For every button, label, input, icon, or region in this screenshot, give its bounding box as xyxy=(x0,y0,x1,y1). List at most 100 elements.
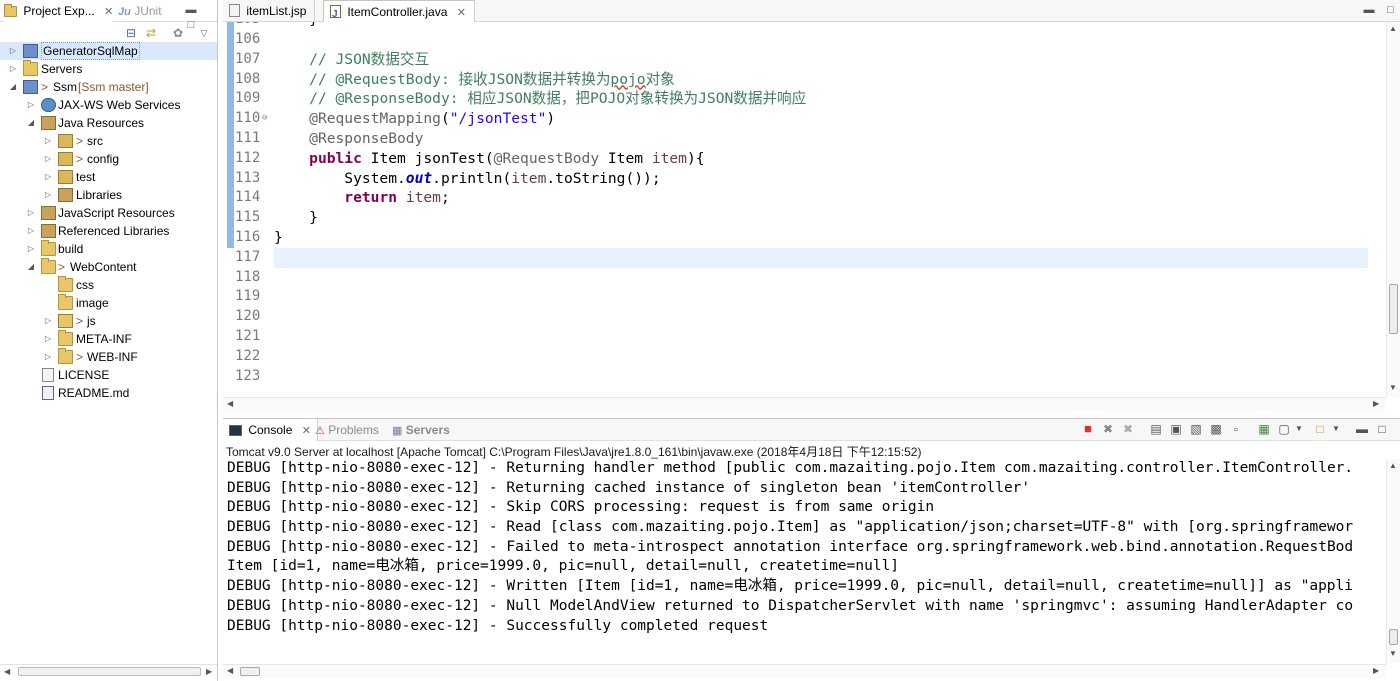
minimize-icon[interactable]: ▬ xyxy=(184,3,198,17)
open-console-icon[interactable]: □ xyxy=(1313,422,1327,436)
editor-vscrollbar[interactable]: ▲ ▼ xyxy=(1386,22,1400,397)
scrollbar-thumb[interactable] xyxy=(18,667,201,676)
expand-twisty-icon[interactable]: ▷ xyxy=(26,96,36,114)
tab-itemlist-jsp[interactable]: itemList.jsp xyxy=(223,0,316,22)
tab-itemcontroller-java[interactable]: J ItemController.java ✕ xyxy=(323,0,475,22)
console-output[interactable]: DEBUG [http-nio-8080-exec-12] - Returnin… xyxy=(227,459,1382,636)
view-menu-icon[interactable]: ▽ xyxy=(197,26,211,40)
remove-launch-icon[interactable]: ✖ xyxy=(1101,422,1115,436)
expand-twisty-icon[interactable]: ▷ xyxy=(43,168,53,186)
expand-twisty-icon[interactable]: ▷ xyxy=(43,132,53,150)
code-line: // @RequestBody: 接收JSON数据并转换为pojo对象 xyxy=(309,70,675,88)
close-icon[interactable]: ✕ xyxy=(104,6,113,18)
filters-icon[interactable]: ✿ xyxy=(171,26,185,40)
tree-item-javascript-resources[interactable]: ▷ JavaScript Resources xyxy=(0,204,217,222)
collapse-twisty-icon[interactable]: ◢ xyxy=(8,78,18,96)
tree-item-build[interactable]: ▷ build xyxy=(0,240,217,258)
terminate-icon[interactable]: ■ xyxy=(1081,422,1095,436)
tree-item-src[interactable]: ▷ > src xyxy=(0,132,217,150)
scroll-left-icon[interactable]: ◀ xyxy=(227,666,233,675)
tree-item-servers[interactable]: ▷ Servers xyxy=(0,60,217,78)
collapse-twisty-icon[interactable]: ◢ xyxy=(26,114,36,132)
scrollbar-thumb[interactable] xyxy=(1389,284,1398,334)
show-on-stderr-icon[interactable]: ▫ xyxy=(1229,422,1243,436)
close-icon[interactable]: ✕ xyxy=(457,7,466,19)
scroll-left-icon[interactable]: ◀ xyxy=(227,399,233,408)
expand-twisty-icon[interactable]: ▷ xyxy=(43,330,53,348)
minimize-icon[interactable]: ▬ xyxy=(1355,422,1369,436)
tree-item-referenced-libraries[interactable]: ▷ Referenced Libraries xyxy=(0,222,217,240)
tree-item-jax-ws[interactable]: ▷ JAX-WS Web Services xyxy=(0,96,217,114)
scroll-right-icon[interactable]: ▶ xyxy=(206,666,216,678)
console-hscrollbar[interactable]: ◀ ▶ xyxy=(223,664,1386,678)
tree-item-label: js xyxy=(87,314,96,328)
tree-item-generatorsqlmap[interactable]: ▷ GeneratorSqlMap xyxy=(0,42,217,60)
code-area[interactable]: // JSON数据交互 // @RequestBody: 接收JSON数据并转换… xyxy=(274,30,1368,386)
git-dirty-prefix: > xyxy=(76,134,84,148)
collapse-twisty-icon[interactable]: ◢ xyxy=(26,258,36,276)
scrollbar-thumb[interactable] xyxy=(1389,629,1398,645)
tree-item-web-inf[interactable]: ▷ > WEB-INF xyxy=(0,348,217,366)
tree-item-test[interactable]: ▷ test xyxy=(0,168,217,186)
scroll-right-icon[interactable]: ▶ xyxy=(1373,399,1379,408)
tab-servers[interactable]: ▦ Servers xyxy=(386,419,456,441)
dropdown-arrow-icon[interactable]: ▼ xyxy=(1329,422,1343,436)
expand-twisty-icon[interactable]: ▷ xyxy=(43,150,53,168)
tree-item-config[interactable]: ▷ > config xyxy=(0,150,217,168)
scroll-up-icon[interactable]: ▲ xyxy=(1389,461,1397,470)
tab-console[interactable]: Console ✕ xyxy=(223,419,318,441)
expand-twisty-icon[interactable]: ▷ xyxy=(43,312,53,330)
tree-item-js[interactable]: ▷ > js xyxy=(0,312,217,330)
folder-icon xyxy=(23,60,38,76)
scroll-up-icon[interactable]: ▲ xyxy=(1389,24,1397,33)
tab-project-explorer[interactable]: Project Exp... ✕ xyxy=(4,0,114,22)
expand-twisty-icon[interactable]: ▷ xyxy=(8,60,18,78)
clear-console-icon[interactable]: ▤ xyxy=(1149,422,1163,436)
tree-item-java-resources[interactable]: ◢ Java Resources xyxy=(0,114,217,132)
tree-item-meta-inf[interactable]: ▷ META-INF xyxy=(0,330,217,348)
tab-junit[interactable]: Ju JUnit xyxy=(118,0,162,22)
expand-twisty-icon[interactable]: ▷ xyxy=(26,222,36,240)
tree-item-webcontent[interactable]: ◢ > WebContent xyxy=(0,258,217,276)
project-explorer-hscrollbar[interactable]: ◀ ▶ xyxy=(0,664,217,678)
link-with-editor-icon[interactable]: ⇄ xyxy=(144,26,158,40)
libraries-icon xyxy=(58,188,73,202)
source-folder-icon xyxy=(58,134,73,148)
tree-item-css[interactable]: css xyxy=(0,276,217,294)
remove-all-terminated-icon[interactable]: ✖ xyxy=(1121,422,1135,436)
expand-twisty-icon[interactable]: ▷ xyxy=(43,186,53,204)
editor-body[interactable]: 105 } 106 107 108 109 110⊖ 111 112 113 1… xyxy=(223,22,1400,397)
tab-problems[interactable]: ⚠ Problems xyxy=(309,419,385,441)
scrollbar-thumb[interactable] xyxy=(240,667,260,676)
editor-hscrollbar[interactable]: ◀ ▶ xyxy=(223,397,1386,411)
collapse-all-icon[interactable]: ⊟ xyxy=(124,26,138,40)
fold-collapse-icon[interactable]: ⊖ xyxy=(262,109,267,129)
show-on-stdout-icon[interactable]: ▩ xyxy=(1209,422,1223,436)
expand-twisty-icon[interactable]: ▷ xyxy=(8,42,18,60)
scroll-right-icon[interactable]: ▶ xyxy=(1373,666,1379,675)
expand-twisty-icon[interactable]: ▷ xyxy=(26,204,36,222)
tree-item-readme[interactable]: README.md xyxy=(0,384,217,402)
expand-twisty-icon[interactable]: ▷ xyxy=(26,240,36,258)
console-vscrollbar[interactable]: ▲ ▼ xyxy=(1386,459,1400,663)
tree-item-license[interactable]: LICENSE xyxy=(0,366,217,384)
referenced-libraries-icon xyxy=(41,224,56,238)
scroll-left-icon[interactable]: ◀ xyxy=(4,666,14,678)
tree-item-ssm[interactable]: ◢ > Ssm [Ssm master] xyxy=(0,78,217,96)
dropdown-arrow-icon[interactable]: ▼ xyxy=(1292,422,1306,436)
word-wrap-icon[interactable]: ▧ xyxy=(1189,422,1203,436)
line-number: 115 xyxy=(235,209,261,226)
scroll-down-icon[interactable]: ▼ xyxy=(1389,383,1397,392)
scroll-lock-icon[interactable]: ▣ xyxy=(1169,422,1183,436)
maximize-icon[interactable]: □ xyxy=(1375,422,1389,436)
display-selected-console-icon[interactable]: ▢ xyxy=(1277,422,1291,436)
expand-twisty-icon[interactable]: ▷ xyxy=(43,348,53,366)
maximize-icon[interactable]: □ xyxy=(1383,3,1397,17)
pin-console-icon[interactable]: ▦ xyxy=(1257,422,1271,436)
scroll-down-icon[interactable]: ▼ xyxy=(1389,649,1397,658)
tree-item-image[interactable]: image xyxy=(0,294,217,312)
tree-item-libraries[interactable]: ▷ Libraries xyxy=(0,186,217,204)
line-number: 123 xyxy=(235,367,261,384)
minimize-icon[interactable]: ▬ xyxy=(1362,3,1376,17)
